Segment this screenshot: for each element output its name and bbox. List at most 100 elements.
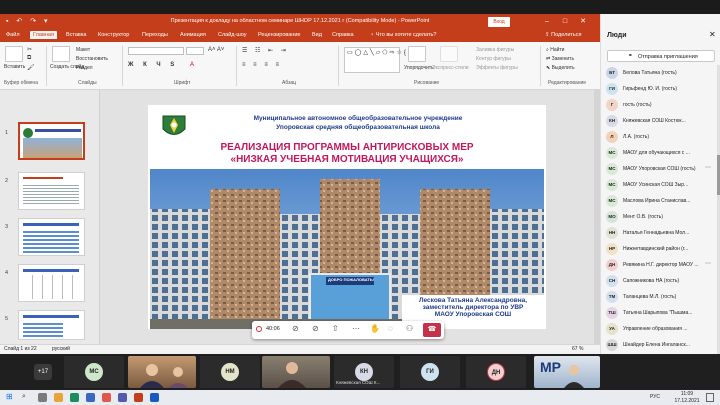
arrange-button[interactable]: Упорядочить bbox=[404, 65, 434, 71]
store-icon[interactable] bbox=[86, 393, 95, 402]
select-button[interactable]: ⬉ Выделить bbox=[546, 65, 575, 71]
slide-thumbnail[interactable] bbox=[18, 218, 85, 256]
participant-tile[interactable]: МС bbox=[64, 356, 124, 388]
keyboard-language[interactable]: РУС bbox=[650, 394, 660, 400]
participant-row[interactable]: МС МАОУ Упоровская СОШ (гость) ⋯ bbox=[601, 161, 720, 177]
participant-video[interactable] bbox=[262, 356, 330, 388]
font-color-icon[interactable]: A bbox=[190, 62, 194, 68]
slide-thumbnail[interactable] bbox=[18, 310, 85, 340]
participant-row[interactable]: БТ Белова Татьяна (гость) bbox=[601, 65, 720, 81]
more-participants-badge[interactable]: +17 bbox=[34, 364, 52, 380]
word-icon[interactable] bbox=[150, 393, 159, 402]
participant-row[interactable]: ТШ Татьяна Шарыпова "Пышма... bbox=[601, 305, 720, 321]
arrange-icon[interactable] bbox=[408, 46, 426, 62]
slide-thumbnail[interactable] bbox=[18, 264, 85, 302]
search-icon[interactable]: ⌕ bbox=[22, 393, 26, 401]
current-slide[interactable]: Муниципальное автономное общеобразовател… bbox=[148, 105, 546, 329]
participant-video[interactable]: MP bbox=[534, 356, 600, 388]
find-button[interactable]: ⌕ Найти bbox=[546, 47, 564, 53]
tab-file[interactable]: Файл bbox=[6, 32, 20, 38]
chat-icon[interactable]: ◌ bbox=[388, 324, 393, 333]
raise-hand-icon[interactable]: ✋ bbox=[370, 324, 380, 333]
edge-icon[interactable] bbox=[70, 393, 79, 402]
participant-row[interactable]: ДН Ревякина Н.Г. директор МАОУ ... ⋯ bbox=[601, 257, 720, 273]
font-size-select[interactable] bbox=[186, 47, 204, 55]
notifications-icon[interactable] bbox=[706, 393, 714, 402]
participant-row[interactable]: Ггость (гость) bbox=[601, 97, 720, 113]
tab-design[interactable]: Конструктор bbox=[98, 32, 129, 38]
participant-row[interactable]: СН Сапожникова НА (гость) bbox=[601, 273, 720, 289]
minimize-icon[interactable]: – bbox=[540, 16, 554, 28]
paste-icon[interactable] bbox=[5, 46, 23, 62]
camera-off-icon[interactable]: ⊘ bbox=[292, 324, 299, 333]
tab-animation[interactable]: Анимация bbox=[180, 32, 206, 38]
quick-styles-icon[interactable] bbox=[440, 46, 458, 62]
reset-button[interactable]: Восстановить bbox=[76, 56, 108, 62]
more-options-icon[interactable]: ⋯ bbox=[705, 260, 711, 267]
tab-home[interactable]: Главная bbox=[30, 31, 57, 39]
login-button[interactable]: Вход bbox=[488, 17, 510, 27]
file-explorer-icon[interactable] bbox=[54, 393, 63, 402]
more-options-icon[interactable]: ⋯ bbox=[705, 164, 711, 171]
participant-row[interactable]: ГИ Гирьфенд Ю. И. (гость) bbox=[601, 81, 720, 97]
participant-row[interactable]: МС Маслова Ирина Станислав... bbox=[601, 193, 720, 209]
quick-access-icons[interactable]: ▪ ↶ ↷ ▾ bbox=[6, 17, 51, 25]
participants-icon[interactable]: ⚇ bbox=[406, 324, 413, 333]
cut-icon[interactable]: ✂ bbox=[27, 46, 32, 53]
close-icon[interactable]: ✕ bbox=[709, 30, 716, 39]
share-button[interactable]: ⇪ Поделиться bbox=[545, 32, 582, 38]
participant-row[interactable]: МО Мент О.В. (гость) bbox=[601, 209, 720, 225]
clock-date[interactable]: 17.12.2021 bbox=[672, 398, 702, 404]
participant-row[interactable]: НН Наталья Геннадьевна Мол... bbox=[601, 225, 720, 241]
align-icons[interactable]: ≡ ≡ ≡ ≡ bbox=[242, 62, 282, 68]
participant-tile[interactable]: НМ bbox=[200, 356, 260, 388]
tab-review[interactable]: Рецензирование bbox=[258, 32, 300, 38]
yandex-icon[interactable] bbox=[102, 393, 111, 402]
font-grow-icon[interactable]: A˄ A˅ bbox=[208, 47, 224, 53]
share-screen-icon[interactable]: ⇧ bbox=[332, 324, 339, 333]
tab-slideshow[interactable]: Слайд-шоу bbox=[218, 32, 247, 38]
shape-outline-button[interactable]: Контур фигуры bbox=[476, 56, 511, 62]
start-icon[interactable]: ⊞ bbox=[6, 392, 13, 401]
shape-fill-button[interactable]: Заливка фигуры bbox=[476, 47, 514, 53]
shape-effects-button[interactable]: Эффекты фигуры bbox=[476, 65, 518, 71]
shapes-gallery[interactable]: ▭◯△╲▱⬠⇨☆{} bbox=[344, 47, 410, 73]
powerpoint-icon[interactable] bbox=[134, 393, 143, 402]
copy-icon[interactable]: ⧉ bbox=[27, 55, 31, 62]
section-button[interactable]: Раздел bbox=[76, 65, 93, 71]
participant-row[interactable]: ТМ Таланцева М.Л. (гость) bbox=[601, 289, 720, 305]
tab-insert[interactable]: Вставка bbox=[66, 32, 86, 38]
participant-row[interactable]: КН Княжевская СОШ Костюк... bbox=[601, 113, 720, 129]
participant-tile[interactable]: ДН bbox=[466, 356, 526, 388]
slide-thumbnail[interactable] bbox=[18, 172, 85, 210]
language-indicator[interactable]: русский bbox=[52, 346, 70, 352]
participant-tile[interactable]: ГИ bbox=[400, 356, 460, 388]
participant-row[interactable]: ШШ Шнайдер Елена Ингаланск... bbox=[601, 337, 720, 353]
clock-time[interactable]: 11:09 bbox=[672, 391, 702, 397]
paste-button[interactable]: Вставить bbox=[4, 64, 25, 70]
zoom-level[interactable]: 67 % bbox=[572, 346, 583, 352]
participant-row[interactable]: МС МАОУ Усинская СОШ Зыр... bbox=[601, 177, 720, 193]
more-options-icon[interactable]: ⋯ bbox=[352, 324, 360, 333]
participant-row[interactable]: МС МАОУ для обучающихся с ... bbox=[601, 145, 720, 161]
participant-row[interactable]: Л Л.А. (гость) bbox=[601, 129, 720, 145]
teams-icon[interactable] bbox=[118, 393, 127, 402]
close-icon[interactable]: ✕ bbox=[576, 16, 590, 28]
quick-styles-button[interactable]: Экспресс-стили bbox=[432, 65, 469, 71]
list-icons[interactable]: ☰ ☷ ⇤ ⇥ bbox=[242, 47, 289, 54]
slide-thumbnail[interactable] bbox=[18, 122, 85, 160]
maximize-icon[interactable]: □ bbox=[558, 16, 572, 28]
new-slide-icon[interactable] bbox=[52, 46, 70, 62]
tab-transitions[interactable]: Переходы bbox=[142, 32, 168, 38]
participant-row[interactable]: УА Управление образования ... bbox=[601, 321, 720, 337]
hang-up-button[interactable]: ☎ bbox=[423, 323, 441, 337]
tell-me-search[interactable]: ♀ Что вы хотите сделать? bbox=[370, 32, 436, 38]
participant-tile[interactable]: КН Княжевская СОШ К... bbox=[334, 356, 394, 388]
format-painter-icon[interactable]: 🖌 bbox=[27, 64, 35, 71]
tab-view[interactable]: Вид bbox=[312, 32, 322, 38]
task-view-icon[interactable] bbox=[38, 393, 47, 402]
tab-help[interactable]: Справка bbox=[332, 32, 354, 38]
participant-row[interactable]: НР Нижнетавдинский район (г... bbox=[601, 241, 720, 257]
font-name-select[interactable] bbox=[128, 47, 184, 55]
font-format-icons[interactable]: Ж К Ч S bbox=[128, 62, 178, 68]
